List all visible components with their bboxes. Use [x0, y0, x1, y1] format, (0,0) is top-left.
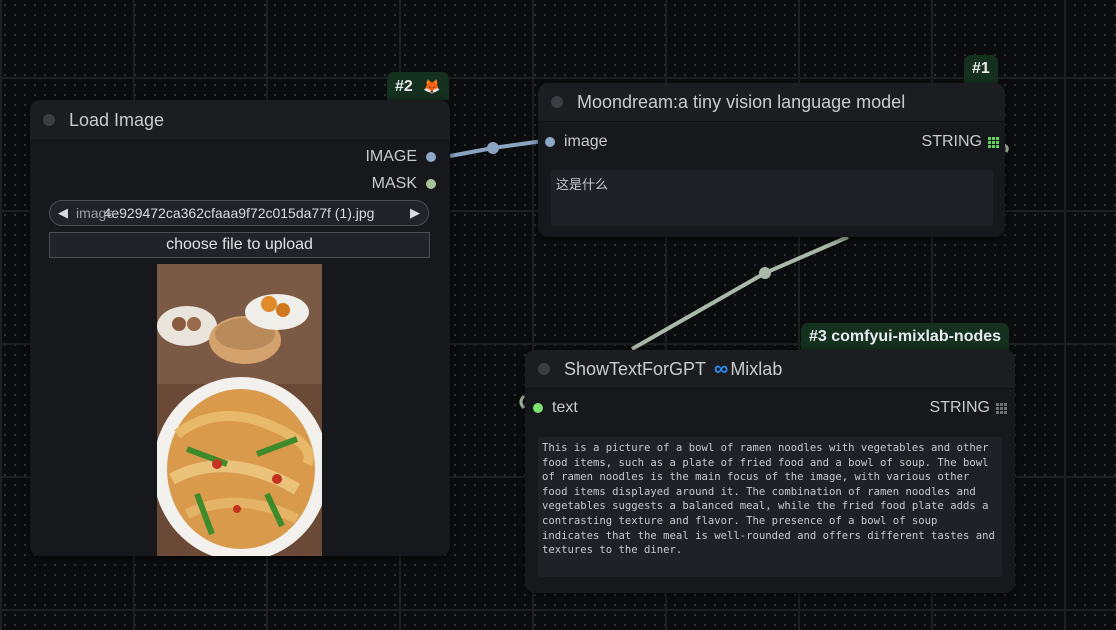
- fox-icon: 🦊: [423, 78, 441, 94]
- image-input-port[interactable]: [545, 137, 555, 147]
- node-title-bar[interactable]: Moondream:a tiny vision language model: [538, 83, 1005, 122]
- input-text-slot[interactable]: text: [533, 399, 578, 417]
- image-output-port[interactable]: [426, 152, 436, 162]
- noodle-dish-photo: [157, 264, 322, 556]
- collapse-dot[interactable]: [538, 363, 550, 375]
- output-label: MASK: [371, 175, 417, 192]
- output-label: STRING: [921, 133, 982, 150]
- output-string-slot[interactable]: STRING: [922, 133, 999, 151]
- node-id: #3 comfyui-mixlab-nodes: [809, 328, 1002, 345]
- prompt-textarea[interactable]: 这是什么: [551, 170, 993, 226]
- brand-label: Mixlab: [730, 358, 783, 379]
- text-input-port[interactable]: [533, 403, 543, 413]
- collapse-dot[interactable]: [43, 114, 55, 126]
- mask-output-port[interactable]: [426, 179, 436, 189]
- node-title: ShowTextForGPT: [564, 358, 707, 379]
- image-link-midpoint[interactable]: [487, 142, 499, 154]
- arrow-left-icon[interactable]: ◀: [58, 205, 68, 221]
- show-text-node[interactable]: ShowTextForGPT ∞ Mixlab text STRING This…: [525, 350, 1015, 593]
- node-id-badge: #3 comfyui-mixlab-nodes: [801, 323, 1010, 351]
- output-image-slot[interactable]: IMAGE: [365, 148, 436, 166]
- load-image-node[interactable]: Load Image IMAGE MASK ◀ image 4e929472ca…: [30, 100, 450, 556]
- moondream-node[interactable]: Moondream:a tiny vision language model i…: [538, 83, 1005, 237]
- input-label: text: [552, 399, 578, 416]
- collapse-dot[interactable]: [551, 96, 563, 108]
- output-label: STRING: [929, 399, 990, 416]
- output-mask-slot[interactable]: MASK: [372, 175, 436, 193]
- upload-button[interactable]: choose file to upload: [49, 232, 430, 258]
- node-id: #1: [972, 60, 990, 77]
- image-file-combo[interactable]: ◀ image 4e929472ca362cfaaa9f72c015da77f …: [49, 200, 429, 226]
- combo-label: image: [76, 205, 115, 221]
- input-label: image: [564, 133, 608, 150]
- string-link-midpoint[interactable]: [759, 267, 771, 279]
- filename-value: 4e929472ca362cfaaa9f72c015da77f (1).jpg: [103, 205, 375, 221]
- grid-port-icon[interactable]: [988, 136, 999, 148]
- node-id: #2: [395, 78, 413, 95]
- node-title: Moondream:a tiny vision language model: [577, 91, 906, 112]
- image-preview: [157, 264, 322, 556]
- grid-port-icon[interactable]: [996, 402, 1007, 414]
- infinity-icon: ∞: [714, 357, 729, 380]
- input-image-slot[interactable]: image: [545, 133, 608, 151]
- arrow-right-icon[interactable]: ▶: [410, 205, 420, 221]
- output-textarea[interactable]: This is a picture of a bowl of ramen noo…: [538, 437, 1002, 577]
- image-link[interactable]: [449, 138, 551, 158]
- node-graph-canvas[interactable]: #2 🦊 Load Image IMAGE MASK ◀ image 4e929…: [0, 0, 1116, 630]
- node-title: Load Image: [69, 109, 165, 130]
- node-title-bar[interactable]: ShowTextForGPT ∞ Mixlab: [525, 350, 1015, 389]
- output-label: IMAGE: [365, 148, 417, 165]
- node-title-bar[interactable]: Load Image: [30, 100, 450, 141]
- node-id-badge: #1: [964, 55, 998, 83]
- output-string-slot[interactable]: STRING: [930, 399, 1007, 417]
- node-id-badge: #2 🦊: [387, 72, 449, 100]
